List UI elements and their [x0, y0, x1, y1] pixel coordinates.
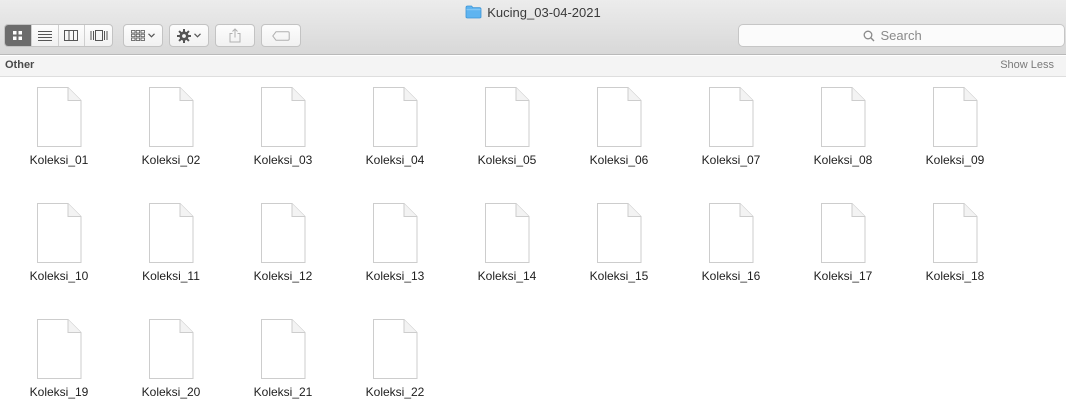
- document-icon: [933, 203, 978, 263]
- file-item[interactable]: Koleksi_03: [227, 86, 339, 202]
- document-icon: [37, 319, 82, 379]
- file-item[interactable]: Koleksi_18: [899, 202, 1011, 318]
- file-name: Koleksi_04: [365, 153, 425, 167]
- file-name: Koleksi_14: [477, 269, 537, 283]
- file-name: Koleksi_01: [29, 153, 89, 167]
- file-name: Koleksi_10: [29, 269, 89, 283]
- list-view-button[interactable]: [32, 25, 59, 46]
- document-icon: [933, 87, 978, 147]
- document-icon: [149, 203, 194, 263]
- icon-view-button[interactable]: [5, 25, 32, 46]
- file-name: Koleksi_18: [925, 269, 985, 283]
- document-icon: [709, 203, 754, 263]
- file-name: Koleksi_09: [925, 153, 985, 167]
- tags-button[interactable]: [261, 24, 301, 47]
- section-header: Other Show Less: [0, 56, 1066, 77]
- view-mode-switcher: [4, 24, 113, 47]
- file-grid: Koleksi_01 Koleksi_02 Koleksi_03 Koleksi…: [3, 86, 1011, 417]
- file-item[interactable]: Koleksi_04: [339, 86, 451, 202]
- document-icon: [821, 203, 866, 263]
- document-icon: [261, 87, 306, 147]
- column-view-button[interactable]: [59, 25, 86, 46]
- document-icon: [261, 203, 306, 263]
- file-item[interactable]: Koleksi_20: [115, 318, 227, 417]
- document-icon: [149, 319, 194, 379]
- file-name: Koleksi_08: [813, 153, 873, 167]
- gallery-view-button[interactable]: [85, 25, 112, 46]
- file-item[interactable]: Koleksi_13: [339, 202, 451, 318]
- file-item[interactable]: Koleksi_06: [563, 86, 675, 202]
- file-item[interactable]: Koleksi_21: [227, 318, 339, 417]
- file-item[interactable]: Koleksi_10: [3, 202, 115, 318]
- file-item[interactable]: Koleksi_16: [675, 202, 787, 318]
- file-item[interactable]: Koleksi_14: [451, 202, 563, 318]
- document-icon: [485, 203, 530, 263]
- grid-icon: [13, 31, 23, 40]
- show-less-button[interactable]: Show Less: [1000, 59, 1054, 71]
- file-item[interactable]: Koleksi_11: [115, 202, 227, 318]
- file-item[interactable]: Koleksi_19: [3, 318, 115, 417]
- search-field[interactable]: [738, 24, 1065, 47]
- window-toolbar: Kucing_03-04-2021: [0, 0, 1066, 55]
- chevron-down-icon: [194, 33, 201, 38]
- file-name: Koleksi_16: [701, 269, 761, 283]
- document-icon: [37, 203, 82, 263]
- document-icon: [485, 87, 530, 147]
- file-name: Koleksi_20: [141, 385, 201, 399]
- document-icon: [709, 87, 754, 147]
- document-icon: [373, 319, 418, 379]
- arrange-grid-icon: [131, 30, 145, 41]
- document-icon: [37, 87, 82, 147]
- share-icon: [229, 28, 241, 43]
- chevron-down-icon: [148, 33, 155, 38]
- file-name: Koleksi_22: [365, 385, 425, 399]
- file-item[interactable]: Koleksi_22: [339, 318, 451, 417]
- window-title: Kucing_03-04-2021: [487, 4, 601, 20]
- document-icon: [597, 87, 642, 147]
- file-item[interactable]: Koleksi_08: [787, 86, 899, 202]
- action-button[interactable]: [169, 24, 209, 47]
- file-item[interactable]: Koleksi_09: [899, 86, 1011, 202]
- file-name: Koleksi_17: [813, 269, 873, 283]
- columns-icon: [64, 30, 79, 41]
- file-item[interactable]: Koleksi_12: [227, 202, 339, 318]
- file-name: Koleksi_19: [29, 385, 89, 399]
- file-name: Koleksi_07: [701, 153, 761, 167]
- window-title-bar: Kucing_03-04-2021: [0, 3, 1066, 21]
- folder-icon: [465, 5, 482, 19]
- document-icon: [597, 203, 642, 263]
- section-title: Other: [5, 59, 35, 71]
- document-icon: [821, 87, 866, 147]
- arrange-button[interactable]: [123, 24, 163, 47]
- file-item[interactable]: Koleksi_17: [787, 202, 899, 318]
- file-name: Koleksi_06: [589, 153, 649, 167]
- share-button[interactable]: [215, 24, 255, 47]
- search-icon: [863, 30, 874, 41]
- document-icon: [373, 203, 418, 263]
- file-name: Koleksi_21: [253, 385, 313, 399]
- file-name: Koleksi_02: [141, 153, 201, 167]
- file-name: Koleksi_03: [253, 153, 313, 167]
- file-name: Koleksi_12: [253, 269, 313, 283]
- file-item[interactable]: Koleksi_07: [675, 86, 787, 202]
- tag-icon: [272, 30, 290, 41]
- file-item[interactable]: Koleksi_05: [451, 86, 563, 202]
- gallery-icon: [90, 30, 108, 41]
- gear-icon: [177, 28, 191, 43]
- file-item[interactable]: Koleksi_01: [3, 86, 115, 202]
- file-name: Koleksi_05: [477, 153, 537, 167]
- file-name: Koleksi_13: [365, 269, 425, 283]
- list-icon: [37, 31, 52, 41]
- document-icon: [149, 87, 194, 147]
- file-name: Koleksi_11: [142, 269, 200, 283]
- search-input[interactable]: [880, 28, 941, 43]
- file-name: Koleksi_15: [589, 269, 649, 283]
- file-item[interactable]: Koleksi_02: [115, 86, 227, 202]
- document-icon: [261, 319, 306, 379]
- file-item[interactable]: Koleksi_15: [563, 202, 675, 318]
- document-icon: [373, 87, 418, 147]
